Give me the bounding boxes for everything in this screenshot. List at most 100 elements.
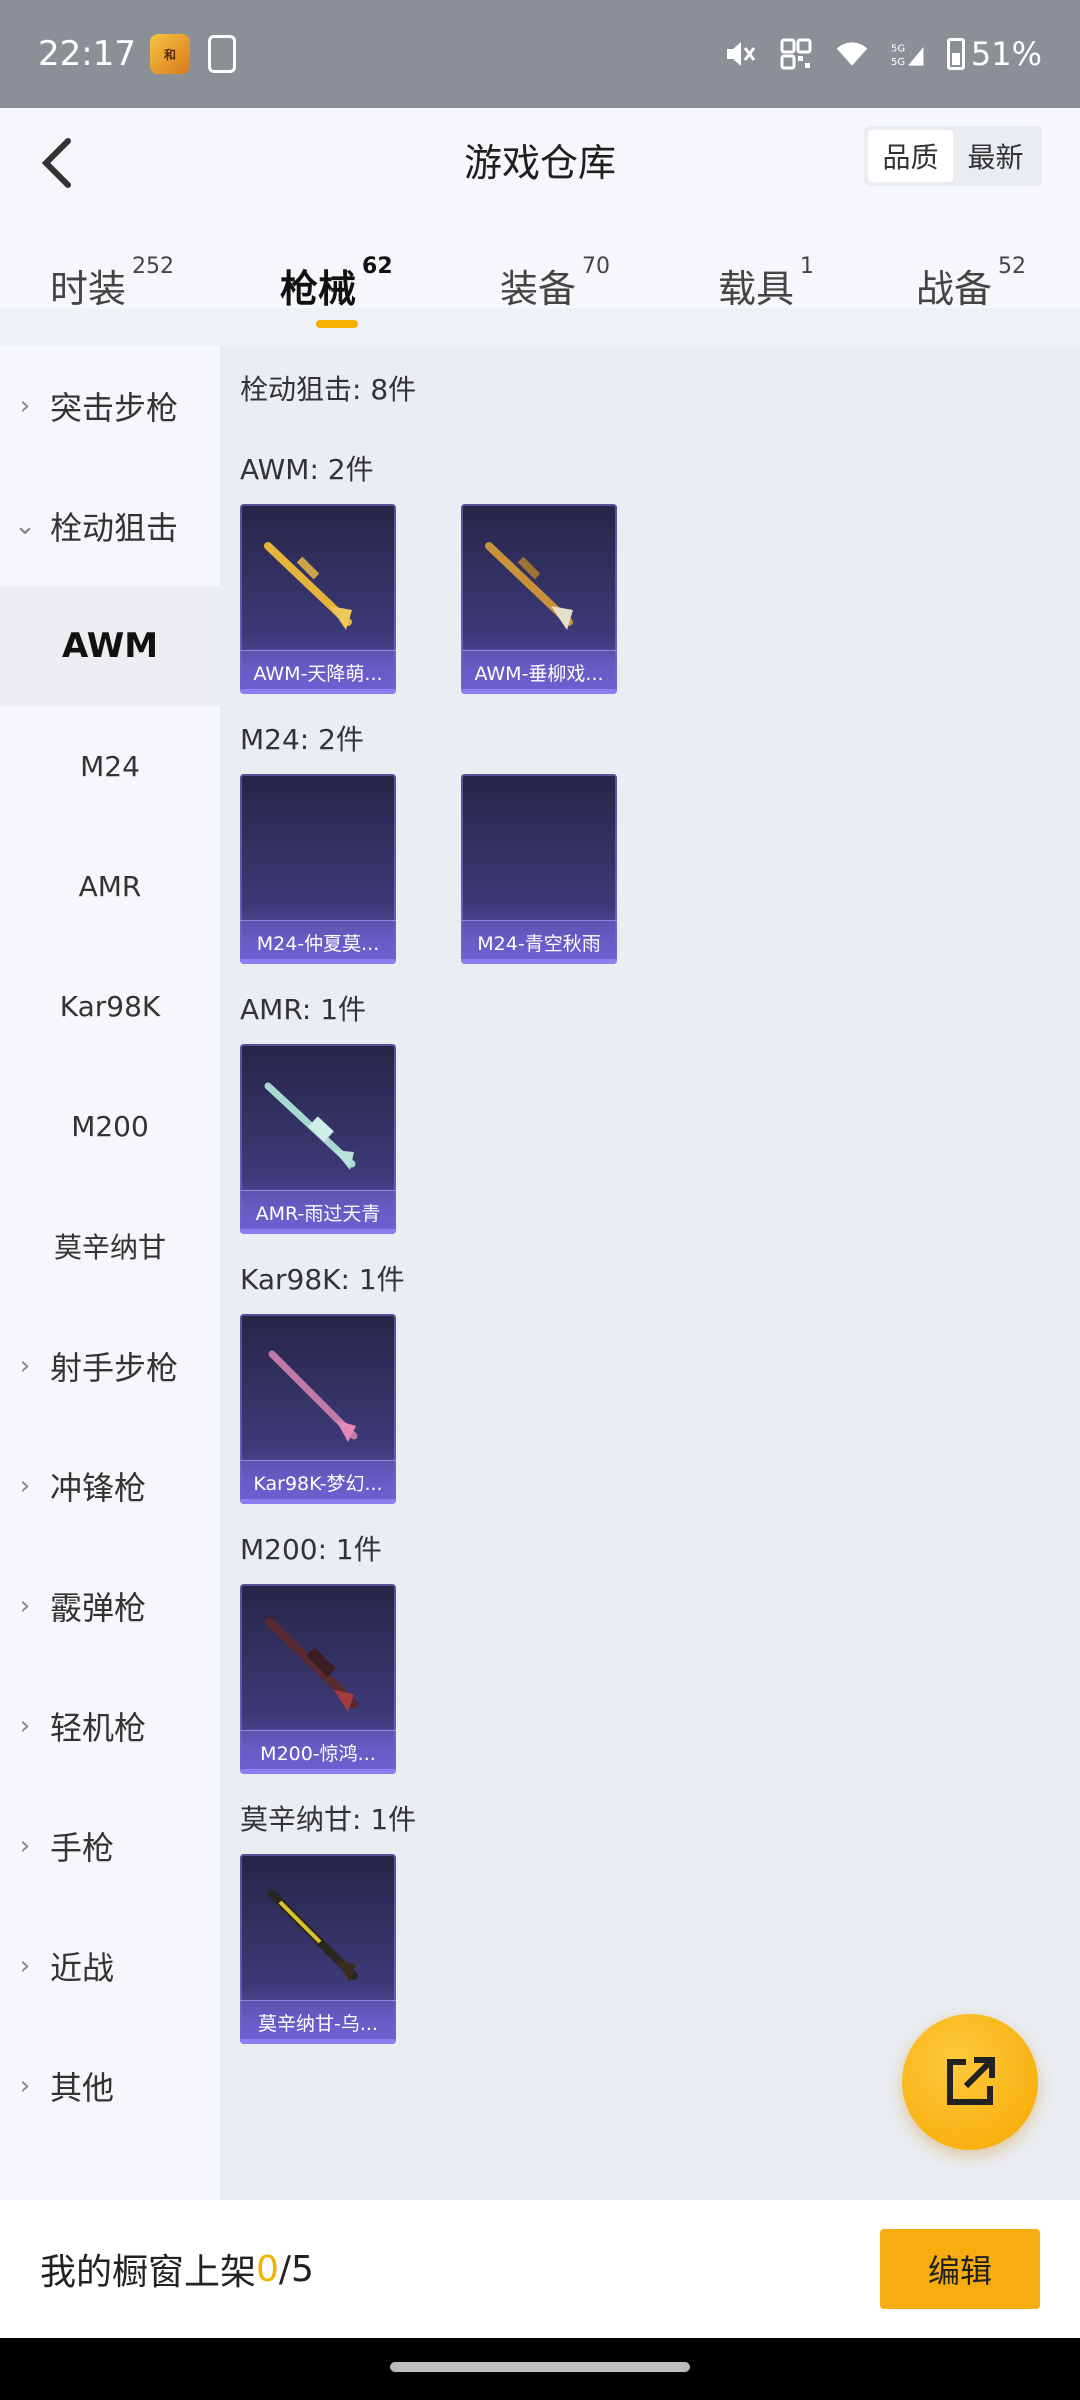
showcase-label: 我的橱窗上架 [40, 2252, 257, 2293]
tab-count: 1 [800, 254, 815, 279]
signal-5g-icon: 5G 5G [891, 37, 925, 71]
group-label-mosin: 莫辛纳甘: 1件 [240, 1803, 417, 1836]
weapon-category-sidebar: › 突击步枪 ⌄ 栓动狙击 AWM M24 AMR Kar98K M200 莫辛纳甘… [0, 346, 220, 2200]
battery-icon: 51% [946, 35, 1042, 73]
group-label-awm: AWM: 2件 [240, 453, 374, 486]
item-card[interactable]: M200-惊鸿... [240, 1584, 396, 1774]
chevron-down-icon: ⌄ [14, 511, 36, 541]
tab-label: 枪械 [280, 267, 357, 311]
sidebar-item-other[interactable]: › 其他 [0, 2026, 220, 2146]
sidebar-item-pistol[interactable]: › 手枪 [0, 1786, 220, 1906]
sidebar-item-bolt-sniper[interactable]: ⌄ 栓动狙击 [0, 466, 220, 586]
share-button[interactable] [902, 2014, 1038, 2150]
home-gesture-bar[interactable] [390, 2362, 690, 2372]
tab-fashion[interactable]: 时装 252 [50, 256, 174, 313]
sidebar-sub-mosin[interactable]: 莫辛纳甘 [0, 1186, 220, 1306]
item-card[interactable]: 莫辛纳甘-乌... [240, 1854, 396, 2044]
sniper-rifle-icon [268, 1890, 358, 1982]
sidebar-item-melee[interactable]: › 近战 [0, 1906, 220, 2026]
tab-firearms[interactable]: 枪械 62 [280, 254, 393, 328]
item-name: AWM-天降萌... [240, 650, 396, 694]
sort-quality-button[interactable]: 品质 [868, 130, 953, 182]
chevron-right-icon: › [19, 1951, 31, 1981]
showcase-count: 0 [256, 2248, 279, 2290]
sidebar-sub-m24[interactable]: M24 [0, 706, 220, 826]
sidebar-sub-amr[interactable]: AMR [0, 826, 220, 946]
sidebar-item-shotgun[interactable]: › 霰弹枪 [0, 1546, 220, 1666]
item-card[interactable]: M24-青空秋雨 [461, 774, 617, 964]
item-name: M24-仲夏莫... [240, 920, 396, 964]
system-nav-bar [0, 2338, 1080, 2400]
item-card[interactable]: AWM-天降萌... [240, 504, 396, 694]
tab-label: 时装 [50, 267, 127, 311]
svg-text:5G: 5G [891, 44, 905, 55]
showcase-total: /5 [278, 2248, 314, 2290]
sidebar-item-label: 手枪 [50, 1829, 115, 1867]
sort-toggle: 品质 最新 [864, 126, 1042, 186]
showcase-bar: 我的橱窗上架 0 /5 编辑 [0, 2200, 1080, 2338]
tab-vehicles[interactable]: 载具 1 [718, 254, 815, 313]
sidebar-item-lmg[interactable]: › 轻机枪 [0, 1666, 220, 1786]
tab-count: 62 [362, 254, 393, 279]
sidebar-item-smg[interactable]: › 冲锋枪 [0, 1426, 220, 1546]
sidebar-item-label: 冲锋枪 [50, 1469, 147, 1507]
tab-label: 装备 [500, 267, 577, 311]
group-label-m200: M200: 1件 [240, 1533, 382, 1566]
sidebar-item-label: 轻机枪 [50, 1709, 147, 1747]
category-tabs: 时装 252 枪械 62 装备 70 载具 1 战备 52 [0, 254, 1080, 328]
edit-button[interactable]: 编辑 [880, 2229, 1040, 2309]
item-card[interactable]: AMR-雨过天青 [240, 1044, 396, 1234]
chevron-right-icon: › [19, 1831, 31, 1861]
chevron-right-icon: › [19, 391, 31, 421]
item-name: AMR-雨过天青 [240, 1190, 396, 1234]
section-title: 栓动狙击: 8件 [240, 373, 417, 406]
tab-active-indicator [316, 320, 358, 328]
item-grid: 栓动狙击: 8件 AWM: 2件 AWM-天降萌... AWM-垂柳戏... M… [220, 346, 1080, 2200]
item-name: 莫辛纳甘-乌... [240, 2000, 396, 2044]
sidebar-item-label: 射手步枪 [50, 1349, 179, 1387]
sniper-rifle-icon [268, 1350, 358, 1442]
item-card[interactable]: AWM-垂柳戏... [461, 504, 617, 694]
status-bar: 22:17 和 5G 5G 51% [0, 0, 1080, 108]
group-label-kar98k: Kar98K: 1件 [240, 1263, 405, 1296]
tab-label: 载具 [718, 267, 795, 311]
sidebar-item-label: 其他 [50, 2069, 115, 2107]
status-time: 22:17 [38, 34, 136, 74]
sidebar-item-label: 霰弹枪 [50, 1589, 147, 1627]
chevron-right-icon: › [19, 1591, 31, 1621]
tab-equipment[interactable]: 装备 70 [500, 254, 611, 313]
game-app-icon: 和 [149, 34, 190, 74]
tab-label: 战备 [916, 267, 993, 311]
item-name: M200-惊鸿... [240, 1730, 396, 1774]
chevron-right-icon: › [19, 1711, 31, 1741]
tab-supplies[interactable]: 战备 52 [916, 256, 1026, 313]
item-name: Kar98K-梦幻... [240, 1460, 396, 1504]
group-label-amr: AMR: 1件 [240, 993, 367, 1026]
mute-icon [723, 37, 757, 71]
sidebar-item-label: 近战 [50, 1949, 115, 1987]
sniper-rifle-icon [265, 1617, 359, 1712]
battery-level: 51% [970, 35, 1042, 73]
chevron-right-icon: › [19, 2071, 31, 2101]
chevron-right-icon: › [19, 1351, 31, 1381]
tab-count: 70 [582, 254, 611, 279]
sidebar-sub-awm[interactable]: AWM [0, 586, 220, 706]
nfc-icon [779, 37, 813, 71]
wifi-icon [835, 37, 869, 71]
sidebar-item-marksman-rifle[interactable]: › 射手步枪 [0, 1306, 220, 1426]
sidebar-item-label: 栓动狙击 [50, 509, 179, 547]
svg-text:5G: 5G [891, 57, 905, 68]
sidebar-item-label: 突击步枪 [50, 389, 179, 427]
sniper-rifle-icon [485, 542, 573, 630]
sidebar-sub-kar98k[interactable]: Kar98K [0, 946, 220, 1066]
sort-newest-button[interactable]: 最新 [953, 130, 1038, 182]
sidebar-sub-m200[interactable]: M200 [0, 1066, 220, 1186]
sidebar-item-assault-rifle[interactable]: › 突击步枪 [0, 346, 220, 466]
group-label-m24: M24: 2件 [240, 723, 364, 756]
phone-sync-icon [207, 35, 236, 73]
sniper-rifle-icon [264, 542, 352, 630]
item-name: AWM-垂柳戏... [461, 650, 617, 694]
item-name: M24-青空秋雨 [461, 920, 617, 964]
item-card[interactable]: Kar98K-梦幻... [240, 1314, 396, 1504]
item-card[interactable]: M24-仲夏莫... [240, 774, 396, 964]
